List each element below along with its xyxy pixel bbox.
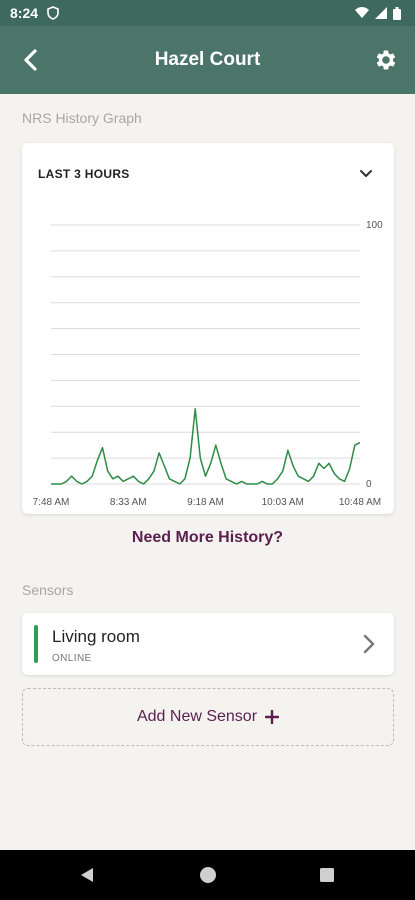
nav-recents-icon[interactable] xyxy=(318,866,336,884)
page-title: Hazel Court xyxy=(154,49,261,70)
app-bar: Hazel Court xyxy=(0,26,415,94)
system-nav-bar xyxy=(0,850,415,900)
battery-icon xyxy=(393,6,401,20)
x-tick-label: 10:03 AM xyxy=(262,497,304,508)
y-tick-label: 0 xyxy=(366,479,372,490)
wifi-icon xyxy=(355,7,369,18)
nrs-series-line xyxy=(51,408,361,485)
history-card: LAST 3 HOURS 100 0 7:48 AM 8:33 AM 9:18 AM 10… xyxy=(22,143,394,514)
range-selector-label[interactable]: LAST 3 HOURS xyxy=(38,167,130,181)
y-tick-label: 100 xyxy=(366,220,383,231)
signal-icon xyxy=(375,7,387,19)
history-section-label: NRS History Graph xyxy=(22,110,142,126)
status-time: 8:24 xyxy=(10,5,39,21)
nav-back-icon[interactable] xyxy=(78,866,96,884)
status-bar: 8:24 xyxy=(0,0,415,26)
x-tick-label: 9:18 AM xyxy=(187,497,224,508)
add-new-sensor-button[interactable]: Add New Sensor xyxy=(22,688,394,746)
nav-home-icon[interactable] xyxy=(199,866,217,884)
sensors-section-label: Sensors xyxy=(22,582,74,598)
chevron-right-icon xyxy=(363,634,375,654)
sensor-status: ONLINE xyxy=(52,653,92,664)
gear-icon[interactable] xyxy=(373,46,399,74)
sensor-card-living-room[interactable]: Living room ONLINE xyxy=(22,613,394,675)
chevron-down-icon[interactable] xyxy=(358,165,374,181)
x-tick-label: 10:48 AM xyxy=(339,497,381,508)
shield-icon xyxy=(47,6,59,20)
plus-icon xyxy=(265,710,280,724)
x-tick-label: 8:33 AM xyxy=(110,497,147,508)
nrs-history-chart: 100 0 7:48 AM 8:33 AM 9:18 AM 10:03 AM 10:48 A… xyxy=(33,220,383,508)
x-tick-label: 7:48 AM xyxy=(33,497,70,508)
need-more-history-link[interactable]: Need More History? xyxy=(0,529,415,547)
sensor-status-indicator xyxy=(34,625,38,663)
sensor-name: Living room xyxy=(52,627,140,646)
add-new-sensor-label: Add New Sensor xyxy=(136,708,258,725)
